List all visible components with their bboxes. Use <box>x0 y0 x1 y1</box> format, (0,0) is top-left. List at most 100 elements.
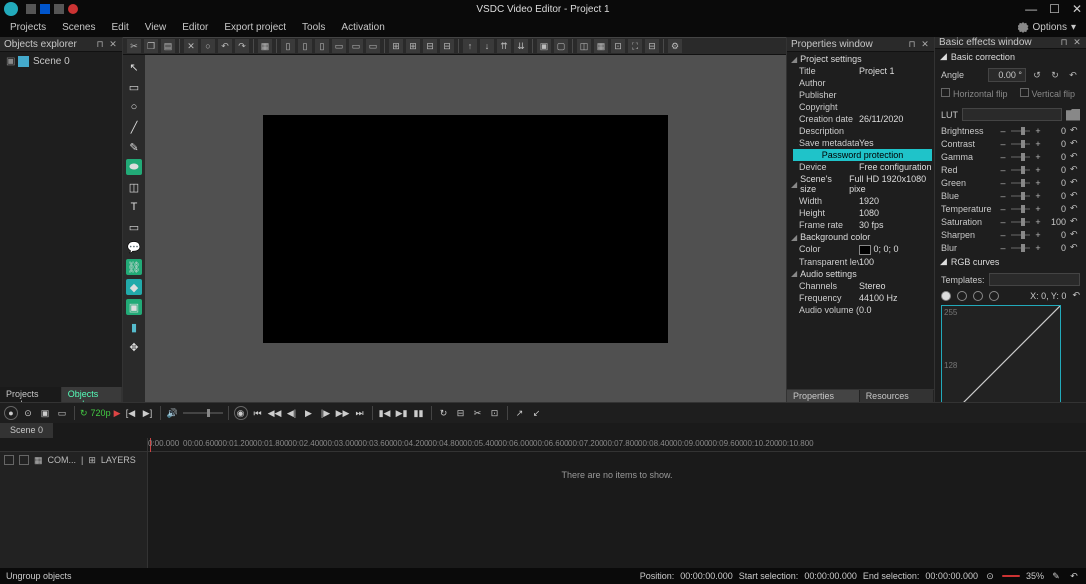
minimize-icon[interactable]: — <box>1025 2 1037 16</box>
folder-icon[interactable] <box>1066 109 1080 121</box>
lut-dropdown[interactable] <box>962 108 1062 121</box>
slider-value[interactable]: 0 <box>1046 126 1066 136</box>
tool-selection-mode-icon[interactable]: ◫ <box>577 39 591 53</box>
prop-value[interactable] <box>859 90 934 100</box>
tab-properties-window[interactable]: Properties window <box>787 390 860 402</box>
slider-value[interactable]: 0 <box>1046 230 1066 240</box>
reset-icon[interactable]: ↶ <box>1070 151 1080 162</box>
tool-align-center-icon[interactable]: ▯ <box>298 39 312 53</box>
caret-icon[interactable]: ◢ <box>940 51 947 62</box>
reset-icon[interactable]: ↶ <box>1070 125 1080 136</box>
slider-thumb[interactable] <box>1021 179 1025 187</box>
increase-icon[interactable]: + <box>1034 204 1042 214</box>
reset-icon[interactable]: ↶ <box>1066 68 1080 82</box>
increase-icon[interactable]: + <box>1034 139 1042 149</box>
menu-view[interactable]: View <box>145 22 167 33</box>
channel-rgb-dot[interactable] <box>941 291 951 301</box>
slider-value[interactable]: 0 <box>1046 204 1066 214</box>
prop-value[interactable]: Project 1 <box>859 66 934 76</box>
tool-send-back-icon[interactable]: ⇊ <box>514 39 528 53</box>
shape-tool-icon[interactable]: ⬬ <box>126 159 142 175</box>
tool-align-left-icon[interactable]: ▯ <box>281 39 295 53</box>
tool-move-up-icon[interactable]: ↑ <box>463 39 477 53</box>
options-button[interactable]: Options ▾ <box>1018 22 1077 33</box>
loop-icon[interactable]: ↻ <box>437 406 451 420</box>
zoom-in-status-icon[interactable]: ✎ <box>1050 570 1062 582</box>
move-tool-icon[interactable]: ✥ <box>126 339 142 355</box>
pin-icon[interactable]: ⊓ <box>95 39 105 49</box>
speech-tool-icon[interactable]: 💬 <box>126 239 142 255</box>
slider-thumb[interactable] <box>1021 205 1025 213</box>
clear-marks-icon[interactable]: ▮▮ <box>412 406 426 420</box>
decrease-icon[interactable]: – <box>999 230 1007 240</box>
rectangle-tool-icon[interactable]: ▭ <box>126 79 142 95</box>
decrease-icon[interactable]: – <box>999 139 1007 149</box>
horizontal-flip-checkbox[interactable]: Horizontal flip <box>941 88 1008 99</box>
close-panel-icon[interactable]: ✕ <box>920 39 930 49</box>
tool-settings-icon[interactable]: ⚙ <box>668 39 682 53</box>
skip-start-icon[interactable]: ⏮ <box>251 406 265 420</box>
tool-copy-icon[interactable]: ❐ <box>144 39 158 53</box>
set-start-icon[interactable]: [◀ <box>124 406 138 420</box>
chart-tool-icon[interactable]: ▮ <box>126 319 142 335</box>
decrease-icon[interactable]: – <box>999 204 1007 214</box>
skip-end-icon[interactable]: ⏭ <box>353 406 367 420</box>
tool-same-height-icon[interactable]: ⊟ <box>440 39 454 53</box>
decrease-icon[interactable]: – <box>999 217 1007 227</box>
mark-in-icon[interactable]: ▮◀ <box>378 406 392 420</box>
volume-icon[interactable]: 🔊 <box>166 406 180 420</box>
increase-icon[interactable]: + <box>1034 191 1042 201</box>
increase-icon[interactable]: + <box>1034 165 1042 175</box>
tab-objects-explorer[interactable]: Objects explorer <box>62 387 122 402</box>
increase-icon[interactable]: + <box>1034 217 1042 227</box>
fast-fwd-icon[interactable]: ▶▶ <box>336 406 350 420</box>
qat-new-icon[interactable] <box>26 4 36 14</box>
menu-activation[interactable]: Activation <box>341 22 384 33</box>
tool-redo-icon[interactable]: ↷ <box>235 39 249 53</box>
menu-edit[interactable]: Edit <box>111 22 128 33</box>
set-end-icon[interactable]: ▶] <box>141 406 155 420</box>
scene-tab-0[interactable]: Scene 0 <box>0 423 53 438</box>
video-canvas[interactable] <box>263 115 668 343</box>
prop-value[interactable] <box>859 102 934 112</box>
channel-g-dot[interactable] <box>973 291 983 301</box>
quality-720p-button[interactable]: 720p <box>91 408 111 418</box>
collapse-icon[interactable]: ▣ <box>6 56 14 67</box>
prop-value[interactable]: 26/11/2020 <box>859 114 934 124</box>
step-back-icon[interactable]: ◀| <box>285 406 299 420</box>
slider-value[interactable]: 0 <box>1046 191 1066 201</box>
pin-icon[interactable]: ⊓ <box>907 39 917 49</box>
slider-thumb[interactable] <box>1021 153 1025 161</box>
layers-icon[interactable]: ⊞ <box>88 455 96 466</box>
tool-distribute-v-icon[interactable]: ⊞ <box>406 39 420 53</box>
channel-b-dot[interactable] <box>989 291 999 301</box>
rotate-ccw-icon[interactable]: ↺ <box>1030 68 1044 82</box>
qat-record-icon[interactable] <box>68 4 78 14</box>
screen-icon[interactable]: ▭ <box>55 406 69 420</box>
tool-align-icon[interactable]: ▦ <box>258 39 272 53</box>
play-icon[interactable]: ▶ <box>302 406 316 420</box>
rotate-cw-icon[interactable]: ↻ <box>1048 68 1062 82</box>
caret-icon[interactable]: ◢ <box>791 55 797 64</box>
rgb-curve-editor[interactable]: 255 128 <box>941 305 1061 402</box>
slider-track[interactable] <box>1011 221 1030 223</box>
qat-save-as-icon[interactable] <box>54 4 64 14</box>
slider-value[interactable]: 0 <box>1046 152 1066 162</box>
slider-value[interactable]: 0 <box>1046 139 1066 149</box>
caret-icon[interactable]: ◢ <box>791 269 797 278</box>
tab-projects-explorer[interactable]: Projects explorer <box>0 387 62 402</box>
decrease-icon[interactable]: – <box>999 126 1007 136</box>
tool-paste-icon[interactable]: ▤ <box>161 39 175 53</box>
slider-track[interactable] <box>1011 130 1030 132</box>
slider-track[interactable] <box>1011 169 1030 171</box>
reset-icon[interactable]: ↶ <box>1070 229 1080 240</box>
prop-value[interactable]: Stereo <box>859 281 934 291</box>
tool-align-middle-icon[interactable]: ▭ <box>349 39 363 53</box>
prop-value[interactable]: Free configuration <box>859 162 934 172</box>
reset-icon[interactable]: ↶ <box>1070 242 1080 253</box>
preview-icon[interactable]: ▣ <box>38 406 52 420</box>
tool-snap-icon[interactable]: ▦ <box>594 39 608 53</box>
prop-value[interactable]: Yes <box>859 138 934 148</box>
templates-dropdown[interactable] <box>989 273 1080 286</box>
remove-icon[interactable]: ⊡ <box>488 406 502 420</box>
